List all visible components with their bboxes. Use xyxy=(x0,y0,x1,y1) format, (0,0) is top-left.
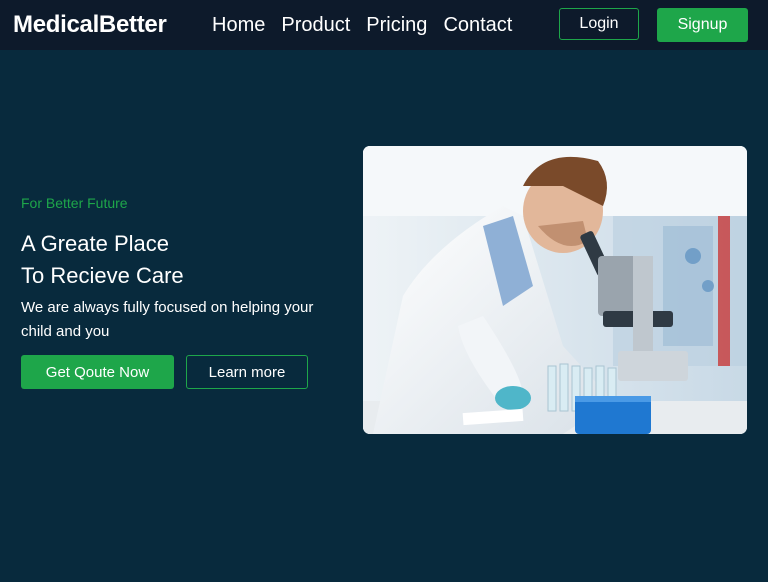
hero-image-scientist-microscope xyxy=(363,146,747,434)
hero-tagline: For Better Future xyxy=(21,195,128,211)
hero-description: We are always fully focused on helping y… xyxy=(21,299,314,340)
login-button[interactable]: Login xyxy=(559,8,639,40)
get-quote-button[interactable]: Get Qoute Now xyxy=(21,355,174,389)
nav-links: Home Product Pricing Contact xyxy=(212,14,512,37)
hero-headline-line2: To Recieve Care xyxy=(21,263,184,288)
top-navbar: MedicalBetter Home Product Pricing Conta… xyxy=(0,0,768,50)
hero-headline-line1: A Greate Place xyxy=(21,231,169,256)
nav-link-product[interactable]: Product xyxy=(281,14,350,37)
nav-link-pricing[interactable]: Pricing xyxy=(366,14,427,37)
hero-headline: A Greate Place To Recieve Care xyxy=(21,228,184,292)
nav-link-home[interactable]: Home xyxy=(212,14,265,37)
learn-more-button[interactable]: Learn more xyxy=(186,355,308,389)
nav-link-contact[interactable]: Contact xyxy=(443,14,512,37)
brand-logo[interactable]: MedicalBetter xyxy=(13,11,167,39)
signup-button[interactable]: Signup xyxy=(657,8,748,42)
